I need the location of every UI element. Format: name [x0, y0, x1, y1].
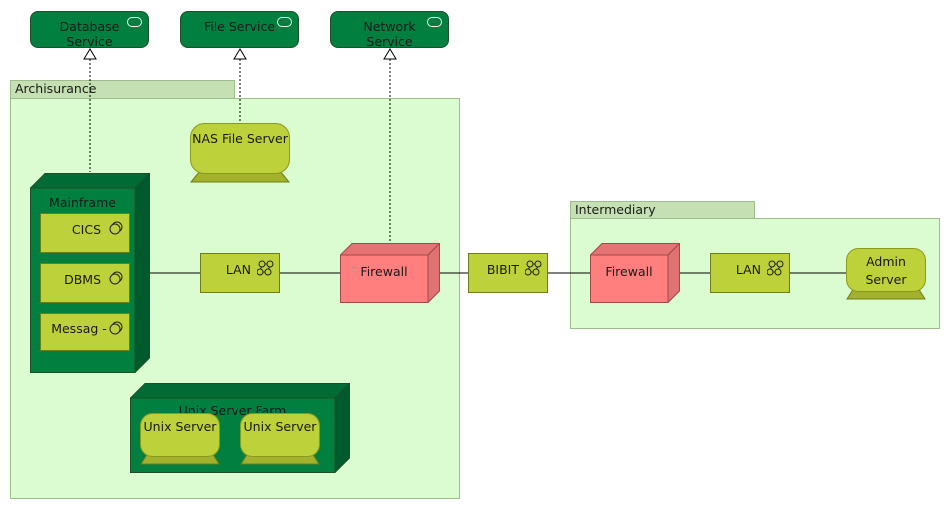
network-label: LAN	[735, 262, 761, 277]
system-software-icon	[109, 221, 123, 235]
realization-network	[383, 48, 397, 244]
network-icon	[257, 260, 274, 276]
network-icon	[525, 260, 542, 276]
device-label: Unix Server	[143, 419, 217, 434]
network-label: LAN	[225, 262, 251, 277]
node-firewall-intermediary[interactable]: Firewall	[590, 243, 680, 303]
network-label: BIBIT	[486, 262, 519, 277]
firewall-label: Firewall	[605, 264, 653, 279]
firewall-label: Firewall	[360, 264, 408, 279]
device-unix-server-1[interactable]: Unix Server	[140, 413, 220, 465]
syssw-label: CICS	[71, 222, 101, 237]
network-lan-intermediary[interactable]: LAN	[710, 253, 790, 293]
node-firewall-archisurance[interactable]: Firewall	[340, 243, 440, 303]
system-software-icon	[109, 271, 123, 285]
device-unix-server-2[interactable]: Unix Server	[240, 413, 320, 465]
syssw-label: DBMS	[64, 272, 101, 287]
device-label: Unix Server	[243, 419, 317, 434]
system-software-cics[interactable]: CICS	[40, 213, 130, 253]
device-label: NAS File Server	[192, 131, 288, 146]
system-software-icon	[109, 321, 123, 335]
realization-database	[83, 48, 97, 172]
network-lan-archisurance[interactable]: LAN	[200, 253, 280, 293]
system-software-messaging[interactable]: Messag -	[40, 313, 130, 351]
device-admin-server[interactable]: Admin Server	[846, 248, 926, 300]
network-icon	[767, 260, 784, 276]
syssw-label: Messag -	[51, 321, 107, 336]
node-label: Mainframe	[49, 195, 116, 210]
device-label: Admin Server	[865, 254, 907, 287]
system-software-dbms[interactable]: DBMS	[40, 263, 130, 303]
realization-file	[233, 48, 247, 124]
network-bibit[interactable]: BIBIT	[468, 253, 548, 293]
device-nas-file-server[interactable]: NAS File Server	[190, 123, 290, 183]
